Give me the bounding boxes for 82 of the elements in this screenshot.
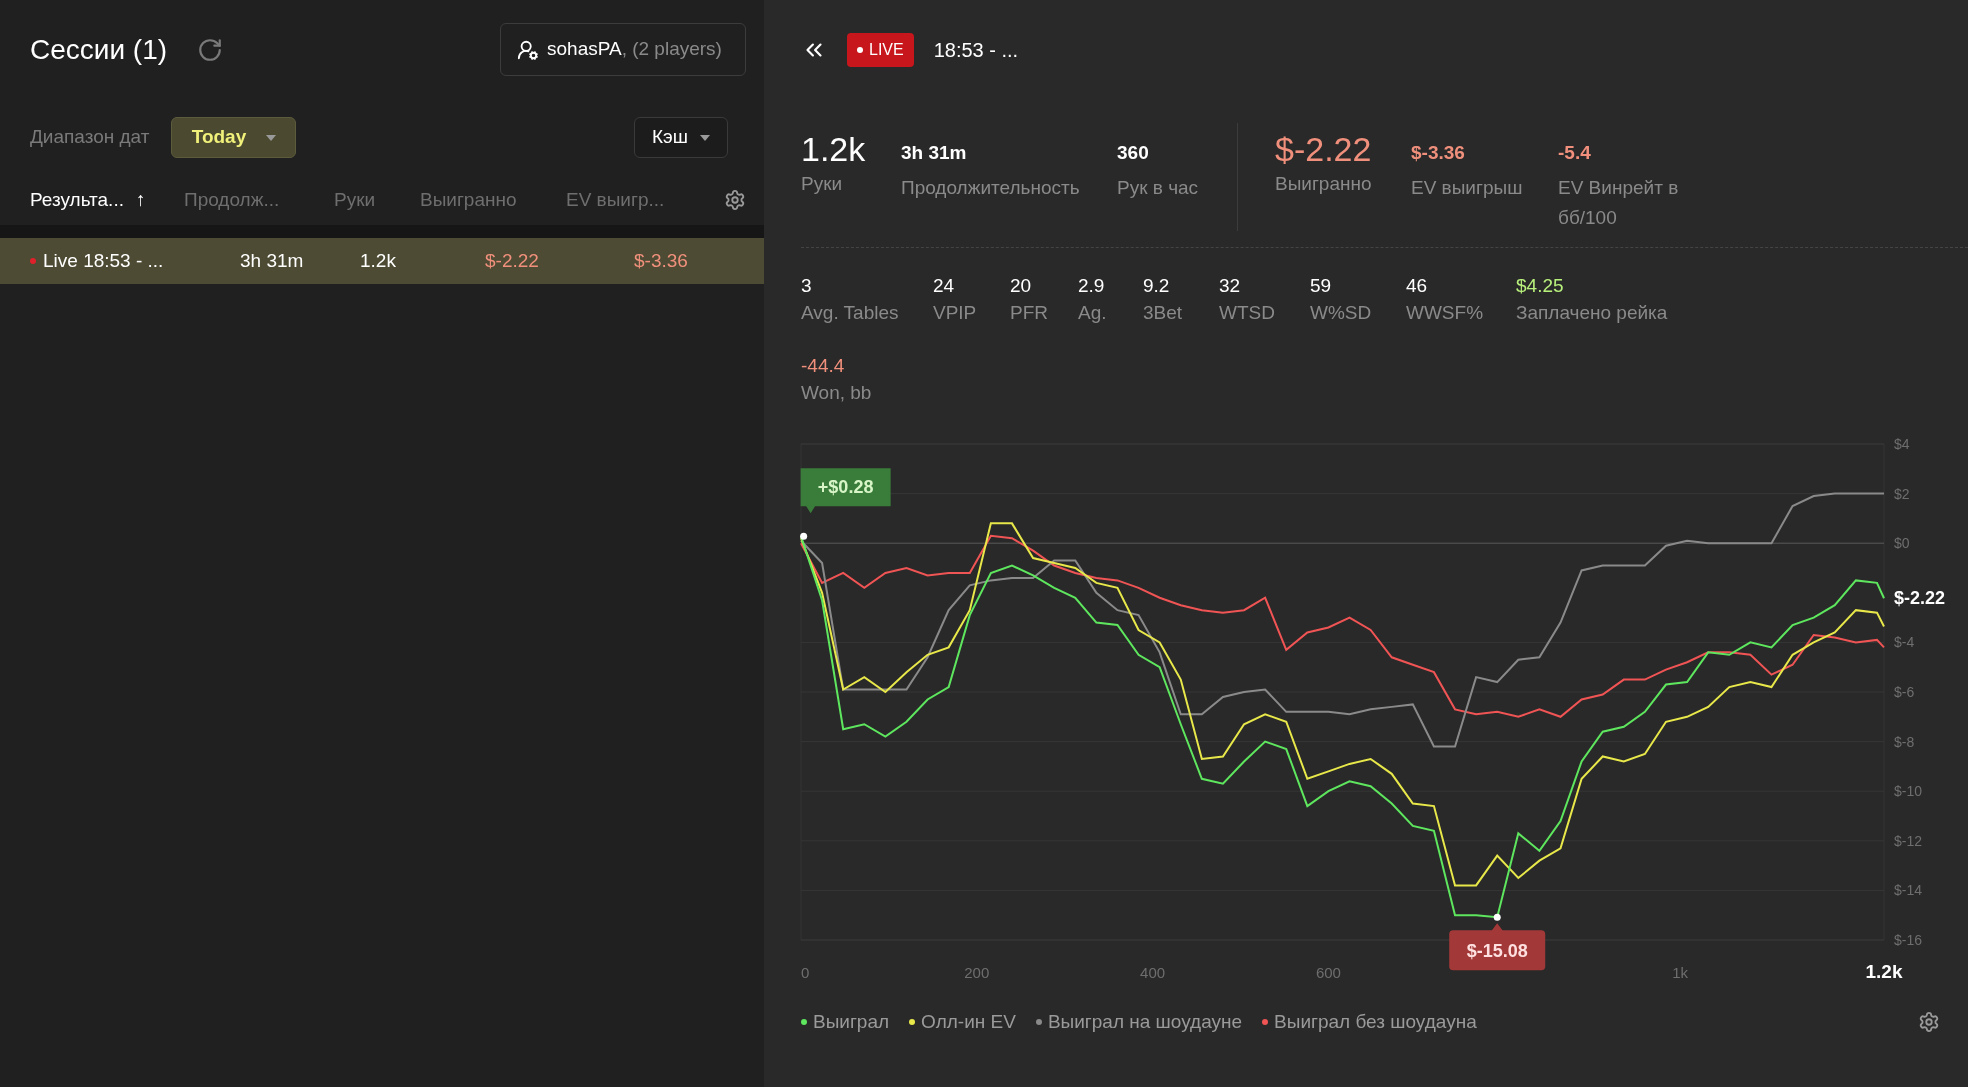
min-value-callout: $-15.08 (1449, 913, 1546, 971)
stat-label: PFR (1010, 301, 1049, 325)
stat-label: WTSD (1219, 301, 1276, 325)
stat-label: Рук в час (1117, 176, 1200, 200)
legend-label[interactable]: Выиграл на шоудауне (1047, 1008, 1243, 1037)
stat-label: 3Bet (1143, 301, 1184, 325)
stat-value: 3 (801, 274, 813, 298)
stat-label: W%SD (1310, 301, 1373, 325)
sort-arrow[interactable]: ↑ (135, 185, 146, 215)
stat-value: $-2.22 (1275, 129, 1373, 169)
end-value-label: $-2.22 (1894, 588, 1946, 609)
stat-value: 46 (1406, 274, 1429, 298)
stat-value: 32 (1219, 274, 1242, 298)
axis-tick-label: $-16 (1894, 932, 1923, 948)
stat-label: Заплачено рейка (1516, 301, 1669, 325)
stat-value: $-3.36 (1411, 141, 1466, 165)
caret-icon (700, 134, 710, 141)
stat-label: Продолжительность (901, 176, 1081, 200)
row-cell-text: $-2.22 (485, 248, 539, 273)
date-range-label: Диапазон дат (30, 125, 150, 150)
caret-icon (266, 134, 277, 141)
legend-label[interactable]: Выиграл без шоудауна (1274, 1008, 1477, 1037)
axis-tick-label: 1k (1672, 964, 1688, 981)
axis-tick-label: $-10 (1894, 783, 1923, 800)
axis-tick-label: 0 (801, 964, 810, 981)
stat-value: 360 (1117, 141, 1150, 165)
axis-tick-label: $0 (1894, 535, 1910, 552)
session-title: 18:53 - ... (933, 38, 1019, 63)
max-value-callout: +$0.28 (800, 468, 891, 540)
column-header[interactable]: Выигранно (420, 185, 517, 215)
stat-value: 24 (933, 274, 956, 298)
live-badge: LIVE (847, 33, 914, 67)
stat-label: Выигранно (1275, 172, 1373, 196)
axis-tick-label: 600 (1315, 964, 1341, 981)
refresh-icon[interactable] (197, 36, 224, 63)
row-cell-text: 3h 31m (240, 248, 304, 273)
stat-value: 3h 31m (901, 141, 968, 165)
stat-value: -5.4 (1558, 141, 1592, 165)
annotation: $-15.08 (1466, 941, 1528, 962)
axis-tick-label: $-4 (1894, 634, 1915, 651)
date-range-dropdown[interactable]: Today (171, 117, 297, 158)
stat-value: 1.2k (801, 129, 867, 169)
stat-value: 59 (1310, 274, 1333, 298)
column-header[interactable]: Продолж... (184, 185, 280, 215)
player-button[interactable]: sohasPA, (2 players) (500, 23, 746, 76)
settings-icon[interactable] (1918, 1011, 1940, 1034)
column-header[interactable]: Руки (334, 185, 376, 215)
axis-tick-label: $4 (1894, 436, 1910, 452)
row-cell-text: 1.2k (360, 248, 396, 273)
panel-title: Сессии (1) (30, 32, 168, 67)
axis-tick-label: 200 (964, 964, 990, 981)
stat-label: Ag. (1078, 301, 1108, 325)
column-header[interactable]: Результа... (30, 185, 124, 215)
stat-label: VPIP (933, 301, 978, 325)
stat-label: Won, bb (801, 381, 873, 405)
axis-tick-label: $-14 (1894, 882, 1923, 899)
legend-label[interactable]: Олл-ин EV (921, 1008, 1016, 1037)
row-cell-text: Live 18:53 - ... (43, 248, 164, 273)
stat-value: -44.4 (801, 354, 846, 378)
stat-label: Avg. Tables (801, 301, 900, 325)
axis-tick-label: $2 (1894, 485, 1910, 502)
stat-value: 2.9 (1078, 274, 1106, 298)
axis-tick-label: $-8 (1894, 733, 1915, 750)
stat-label: EV выигрыш (1411, 176, 1524, 200)
settings-icon[interactable] (724, 189, 746, 211)
stat-label: WWSF% (1406, 301, 1485, 325)
axis-tick-label: $-6 (1894, 684, 1915, 700)
row-cell-text: $-3.36 (634, 248, 688, 273)
axis-tick-label: 1.2k (1865, 961, 1903, 982)
stat-value: 20 (1010, 274, 1033, 298)
axis-tick-label: $-12 (1894, 832, 1923, 849)
stat-label: EV Винрейт в бб/100 (1558, 176, 1680, 230)
stat-value: $4.25 (1516, 274, 1565, 298)
user-icon (517, 38, 539, 61)
annotation: +$0.28 (817, 477, 874, 498)
column-header[interactable]: EV выигр... (566, 185, 665, 215)
stat-label: Руки (801, 172, 844, 196)
game-type-dropdown[interactable]: Кэш (634, 117, 728, 158)
stat-value: 9.2 (1143, 274, 1171, 298)
session-row[interactable]: Live 18:53 - ... 3h 31m 1.2k $-2.22 $-3.36 (0, 238, 764, 284)
axis-tick-label: 400 (1140, 964, 1166, 981)
legend-label[interactable]: Выиграл (813, 1008, 890, 1037)
